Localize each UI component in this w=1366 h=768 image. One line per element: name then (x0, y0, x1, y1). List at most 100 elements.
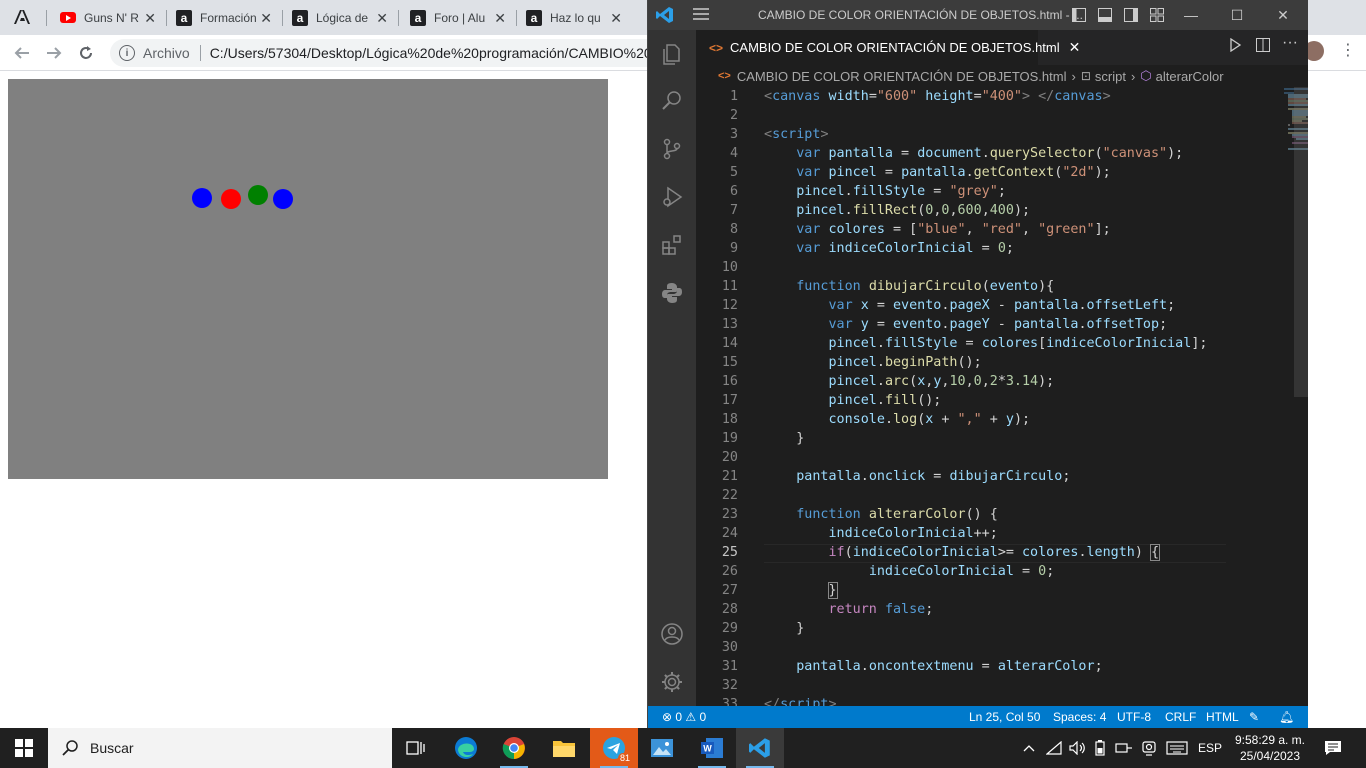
more-vert-icon[interactable]: ⋮ (1338, 39, 1358, 63)
windows-start-button[interactable] (0, 728, 48, 768)
keyboard-icon[interactable] (1164, 728, 1190, 768)
code-line: 20 (696, 448, 1236, 467)
more-actions-icon[interactable]: ··· (1282, 34, 1298, 52)
file-explorer-icon[interactable] (540, 728, 588, 768)
address-bar[interactable]: i Archivo C:/Users/57304/Desktop/Lógica%… (110, 39, 670, 67)
toggle-panel-icon[interactable] (1098, 8, 1112, 25)
browser-tab-1[interactable]: Guns N' R ✕ (52, 4, 164, 31)
line-number: 30 (721, 640, 738, 655)
search-placeholder: Buscar (90, 740, 134, 756)
code-editor[interactable]: 1 <canvas width="600" height="400"> </can… (696, 87, 1308, 706)
code-line: 26 indiceColorInicial = 0; (696, 562, 1236, 581)
telegram-icon[interactable]: 81 (590, 728, 638, 768)
back-arrow-icon[interactable] (10, 41, 34, 65)
word-app-icon[interactable]: W (688, 728, 736, 768)
close-tab-icon[interactable]: ✕ (494, 10, 506, 27)
maximize-button[interactable]: ☐ (1214, 0, 1260, 30)
drawing-canvas[interactable] (8, 79, 608, 479)
close-editor-icon[interactable]: ✕ (1069, 39, 1081, 56)
edge-browser-icon[interactable] (442, 728, 490, 768)
page-viewport (0, 72, 648, 728)
taskbar-search-box[interactable]: Buscar (48, 728, 392, 768)
battery-icon[interactable] (1090, 728, 1110, 768)
source-control-icon[interactable] (660, 137, 684, 161)
forward-arrow-icon[interactable] (42, 41, 66, 65)
browser-tab-4[interactable]: a Foro | Alu ✕ (402, 4, 514, 31)
info-icon[interactable]: i (119, 45, 135, 61)
code-line: 4 var pantalla = document.querySelector(… (696, 144, 1236, 163)
toggle-secondary-sidebar-icon[interactable] (1124, 8, 1138, 25)
tab-divider (398, 10, 399, 26)
code-line: 15 pincel.beginPath(); (696, 353, 1236, 372)
line-number: 24 (721, 526, 738, 541)
alura-icon: a (526, 9, 542, 26)
input-language[interactable]: ESP (1194, 728, 1226, 768)
close-window-button[interactable]: ✕ (1260, 0, 1306, 30)
line-number: 15 (721, 355, 738, 370)
cursor-position[interactable]: Ln 25, Col 50 (969, 710, 1040, 724)
action-center-icon[interactable] (1318, 728, 1348, 768)
notifications-bell-icon[interactable]: 🔔︎ (1279, 710, 1294, 724)
close-tab-icon[interactable]: ✕ (260, 10, 272, 27)
accounts-icon[interactable] (660, 622, 684, 646)
editor-scrollbar[interactable] (1294, 87, 1308, 397)
code-line: 27 } (696, 581, 1236, 600)
breadcrumb-symbol[interactable]: alterarColor (1156, 69, 1224, 84)
tab-label: Haz lo qu (550, 10, 601, 25)
alura-icon: a (410, 9, 426, 26)
run-debug-icon[interactable] (660, 185, 684, 209)
photos-app-icon[interactable] (638, 728, 686, 768)
windows-taskbar: Buscar 81 W ESP 9:58:29 a. m. 25/04/2023 (0, 728, 1366, 768)
chrome-browser-icon[interactable] (490, 728, 538, 768)
breadcrumb-script[interactable]: script (1095, 69, 1126, 84)
close-tab-icon[interactable]: ✕ (610, 10, 622, 27)
tab-divider (166, 10, 167, 26)
close-tab-icon[interactable]: ✕ (376, 10, 388, 27)
browser-tab-3[interactable]: a Lógica de ✕ (284, 4, 396, 31)
language-mode[interactable]: HTML (1206, 710, 1239, 724)
code-line: 31 pantalla.oncontextmenu = alterarColor… (696, 657, 1236, 676)
volume-icon[interactable] (1067, 728, 1087, 768)
line-number: 25 (721, 545, 738, 560)
code-line: 24 indiceColorInicial++; (696, 524, 1236, 543)
tab-label: Foro | Alu (434, 10, 486, 25)
clock[interactable]: 9:58:29 a. m. 25/04/2023 (1230, 728, 1310, 768)
split-editor-icon[interactable] (1256, 38, 1270, 55)
breadcrumb-file[interactable]: CAMBIO DE COLOR ORIENTACIÓN DE OBJETOS.h… (737, 69, 1067, 84)
indentation[interactable]: Spaces: 4 (1053, 710, 1106, 724)
manage-gear-icon[interactable] (660, 670, 684, 694)
wifi-icon[interactable] (1044, 728, 1064, 768)
search-icon[interactable] (660, 89, 684, 113)
feedback-icon[interactable]: ✎ (1249, 710, 1259, 724)
line-number: 26 (721, 564, 738, 579)
reload-icon[interactable] (74, 41, 98, 65)
editor-tabs: <> CAMBIO DE COLOR ORIENTACIÓN DE OBJETO… (696, 30, 1308, 65)
toggle-sidebar-icon[interactable] (1072, 8, 1086, 25)
canvas-drawing (192, 185, 293, 209)
editor-tab-active[interactable]: <> CAMBIO DE COLOR ORIENTACIÓN DE OBJETO… (696, 30, 1080, 65)
problems-indicator[interactable]: ⊗ 0 ⚠ 0 (662, 710, 706, 724)
close-tab-icon[interactable]: ✕ (144, 10, 156, 27)
run-icon[interactable] (1228, 37, 1242, 55)
task-view-icon[interactable] (392, 728, 440, 768)
method-icon: ⬡ (1140, 68, 1152, 83)
browser-tab-2[interactable]: a Formación ✕ (168, 4, 280, 31)
explorer-icon[interactable] (660, 42, 684, 66)
line-ending[interactable]: CRLF (1165, 710, 1196, 724)
menu-icon[interactable] (692, 6, 710, 25)
encoding[interactable]: UTF-8 (1117, 710, 1151, 724)
vscode-taskbar-icon[interactable] (736, 728, 784, 768)
python-icon[interactable] (660, 281, 684, 305)
minimize-button[interactable]: — (1168, 0, 1214, 30)
extensions-icon[interactable] (660, 233, 684, 257)
customize-layout-icon[interactable] (1150, 8, 1164, 25)
breadcrumb: <> CAMBIO DE COLOR ORIENTACIÓN DE OBJETO… (696, 65, 1308, 87)
network-icon[interactable] (1113, 728, 1135, 768)
browser-tab-5[interactable]: a Haz lo qu ✕ (518, 4, 630, 31)
chevron-up-icon[interactable] (1019, 728, 1039, 768)
adobe-icon[interactable] (10, 6, 34, 28)
windows-logo-icon (15, 739, 33, 757)
code-line: 28 return false; (696, 600, 1236, 619)
line-number: 12 (721, 298, 738, 313)
camera-icon[interactable] (1138, 728, 1160, 768)
